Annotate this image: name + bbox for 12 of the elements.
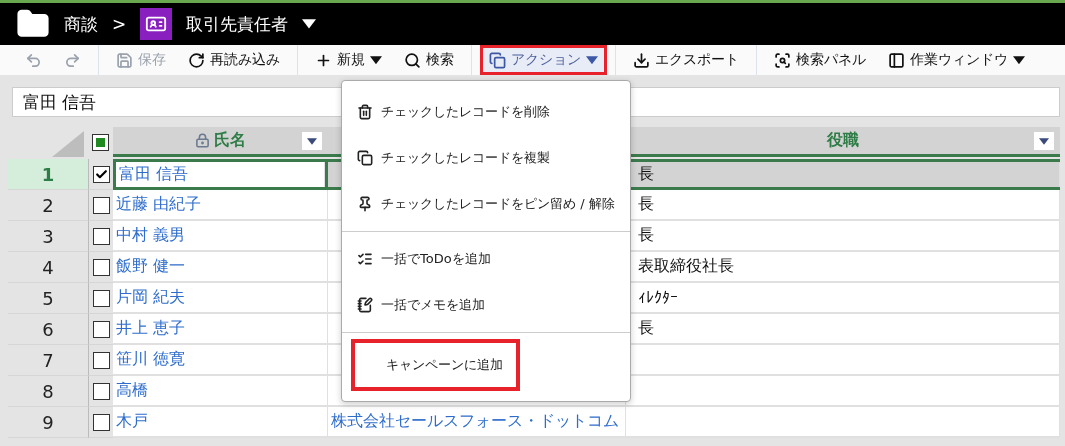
table-cell: 飯野 健一: [113, 252, 328, 283]
row-number: 1: [8, 159, 88, 190]
table-cell: 株式会社セールスフォース・ドットコム: [328, 407, 626, 438]
table-cell: 木戸: [113, 407, 328, 438]
table-cell: 富田 信吾: [113, 159, 328, 190]
table-cell: 中村 義男: [113, 221, 328, 252]
table-cell: 笹川 徳寛: [113, 345, 328, 376]
table-cell: 井上 恵子: [113, 314, 328, 345]
table-cell: 片岡 紀夫: [113, 283, 328, 314]
table-cell: 近藤 由紀子: [113, 190, 328, 221]
breadcrumb-separator: >: [112, 14, 127, 34]
table-cell: 高橋: [113, 376, 328, 407]
